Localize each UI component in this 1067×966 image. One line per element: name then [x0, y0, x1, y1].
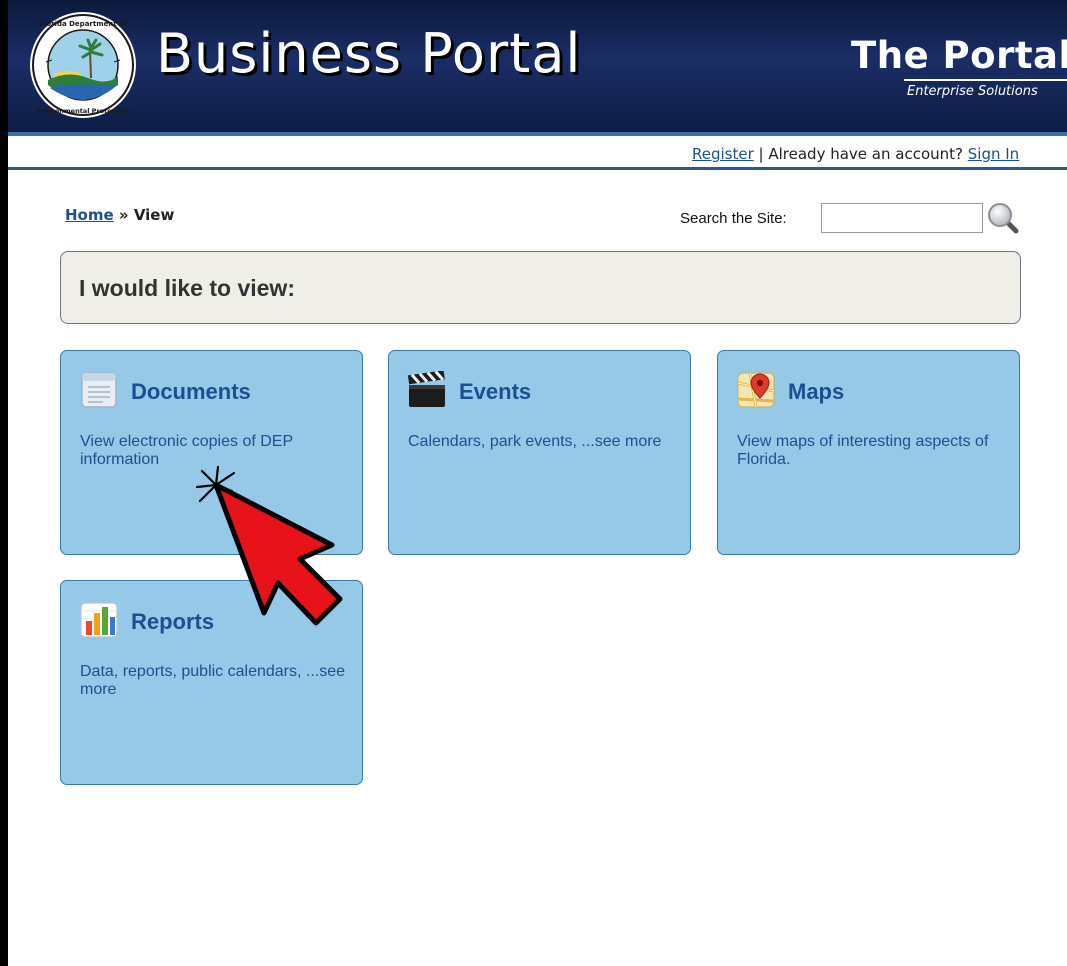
tile-reports[interactable]: Reports Data, reports, public calendars,…: [60, 580, 363, 785]
brand-divider: [904, 79, 1067, 81]
portal-title: Business Portal: [156, 22, 582, 85]
tile-maps-title[interactable]: Maps: [788, 379, 844, 405]
account-prompt: Already have an account?: [768, 145, 963, 163]
tile-reports-title[interactable]: Reports: [131, 609, 214, 635]
breadcrumb-home-link[interactable]: Home: [65, 206, 114, 224]
svg-text:Environmental Protection: Environmental Protection: [36, 107, 130, 115]
portal-brand: The Portal Enterprise Solutions: [851, 36, 1067, 99]
breadcrumb-separator: »: [113, 206, 134, 224]
page: Florida Department of Environmental Prot…: [0, 0, 1067, 966]
heading-panel: I would like to view:: [60, 251, 1021, 324]
sign-in-link[interactable]: Sign In: [968, 145, 1019, 163]
account-bar: Register | Already have an account? Sign…: [8, 140, 1067, 170]
tile-events-title[interactable]: Events: [459, 379, 531, 405]
clapperboard-icon: [407, 371, 445, 407]
bar-chart-icon: [80, 602, 118, 638]
tile-maps[interactable]: Maps View maps of interesting aspects of…: [717, 350, 1020, 555]
svg-text:Florida Department of: Florida Department of: [39, 20, 128, 28]
page-heading: I would like to view:: [79, 275, 295, 301]
search-label: Search the Site:: [680, 210, 787, 227]
banner-divider: [8, 132, 1067, 136]
map-pin-icon: [737, 372, 775, 408]
brand-tagline: Enterprise Solutions: [907, 84, 1038, 99]
account-links: Register | Already have an account? Sign…: [692, 145, 1019, 163]
dep-seal-logo-icon[interactable]: Florida Department of Environmental Prot…: [28, 10, 138, 120]
tile-documents-title[interactable]: Documents: [131, 379, 251, 405]
tile-documents-description: View electronic copies of DEP informatio…: [80, 433, 293, 468]
document-icon: [81, 372, 117, 408]
breadcrumb-current: View: [133, 206, 175, 224]
brand-name: The Portal: [851, 34, 1067, 77]
register-link[interactable]: Register: [692, 145, 754, 163]
breadcrumb: Home » View: [65, 206, 174, 224]
tile-documents[interactable]: Documents View electronic copies of DEP …: [60, 350, 363, 555]
account-separator: |: [753, 145, 769, 163]
tile-events[interactable]: Events Calendars, park events, ...see mo…: [388, 350, 691, 555]
tile-reports-description: Data, reports, public calendars, ...see …: [80, 663, 346, 698]
magnifier-icon[interactable]: [986, 201, 1020, 235]
search-input[interactable]: [821, 203, 983, 233]
tile-events-description: Calendars, park events, ...see more: [408, 433, 662, 450]
window-edge: [0, 0, 8, 966]
header-banner: Florida Department of Environmental Prot…: [8, 0, 1067, 132]
tile-maps-description: View maps of interesting aspects of Flor…: [737, 433, 989, 468]
